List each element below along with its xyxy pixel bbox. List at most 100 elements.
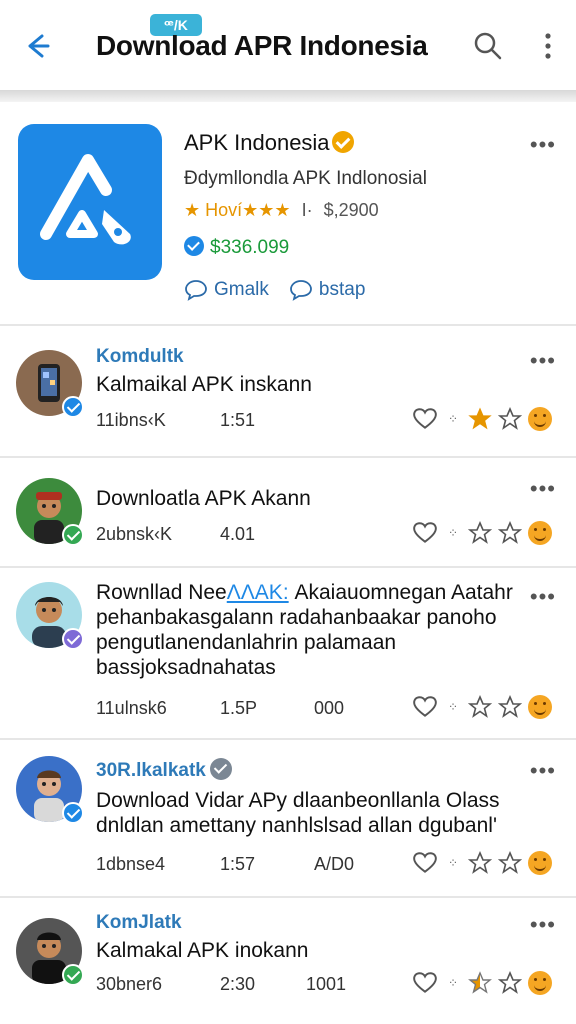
post-date: 11ibns‹K [96,410,166,430]
gmalk-action-button[interactable]: Gmalk [184,278,269,302]
app-developer: Ðdymllondla APK Indlonosial [184,168,427,189]
bstap-action-button[interactable]: bstap [289,278,365,302]
sparkle-icon: ⁘ [447,412,459,426]
heart-icon[interactable] [412,520,438,546]
more-horizontal-icon[interactable]: ••• [530,914,556,936]
app-price-row: $336.099 [184,236,289,259]
post-date: 30bner6 [96,974,163,994]
app-price: $336.099 [210,237,290,258]
reaction-bar: ⁘ [412,850,552,876]
emoji-reaction-icon[interactable] [528,851,552,875]
post-count: 000 [314,698,345,718]
heart-icon[interactable] [412,850,438,876]
verified-badge-icon [62,628,84,650]
more-horizontal-icon[interactable]: ••• [530,586,556,608]
verified-badge-icon [62,524,84,546]
search-icon[interactable] [470,28,506,64]
star-outline-icon[interactable] [498,695,522,719]
avatar[interactable] [16,350,84,418]
post-link[interactable]: ΛΛΑΚ: [227,581,289,604]
top-app-bar: ꟹ/K Download APR Indonesia [0,0,576,90]
more-horizontal-icon[interactable]: ••• [530,350,556,372]
star-filled-icon[interactable] [468,407,492,431]
emoji-reaction-icon[interactable] [528,971,552,995]
heart-icon[interactable] [412,694,438,720]
verified-badge-icon [62,964,84,986]
check-circle-icon [184,236,204,256]
more-horizontal-icon[interactable]: ••• [530,478,556,500]
avatar[interactable] [16,478,84,546]
emoji-reaction-icon[interactable] [528,407,552,431]
post-item[interactable]: 30R.lkalkatk Download Vidar APy dlaanbeo… [0,740,576,898]
app-name-text: APK Indonesia [184,130,330,155]
post-time: 1:51 [220,410,256,430]
post-item[interactable]: KomJlatk Kalmakal APK inokann 30bner6 2:… [0,898,576,1024]
reaction-bar: ⁘ [412,694,552,720]
more-horizontal-icon[interactable]: ••• [530,134,556,156]
star-outline-icon[interactable] [498,851,522,875]
post-count: 1001 [306,974,347,994]
heart-icon[interactable] [412,970,438,996]
heart-icon[interactable] [412,406,438,432]
post-text-line: Download Vidar APy dlaanbeonllanla Olass [96,789,500,812]
header-divider [0,90,576,102]
more-horizontal-icon[interactable]: ••• [530,760,556,782]
post-text-line: pengutlanendanlahrin palamaan [96,631,397,654]
star-outline-icon[interactable] [498,971,522,995]
post-text-line: Rownllad NeeΛΛΑΚ: Akaiauomnegan Aatahr [96,580,516,605]
post-count: A/D0 [314,854,355,874]
emoji-reaction-icon[interactable] [528,695,552,719]
post-author[interactable]: Komdultk [96,346,184,368]
post-item[interactable]: Downloatla APK Akann 2ubnsk‹K 4.01 ⁘ ••• [0,458,576,568]
rating-stars: ★ Hoví★★★ [184,200,291,220]
avatar[interactable] [16,582,84,650]
post-text-part: Akaiauomnegan Aatahr [288,581,513,604]
post-date: 2ubnsk‹K [96,524,173,544]
reaction-bar: ⁘ [412,970,552,996]
star-half-icon[interactable] [468,971,492,995]
star-outline-icon[interactable] [468,851,492,875]
back-arrow-icon[interactable] [18,28,54,64]
chat-bubble-icon [185,280,207,301]
gmalk-label: Gmalk [214,279,269,300]
star-outline-icon[interactable] [498,521,522,545]
post-text-line: bassjoksadnahatas [96,656,276,679]
post-item[interactable]: Rownllad NeeΛΛΑΚ: Akaiauomnegan Aatahr p… [0,568,576,740]
avatar[interactable] [16,918,84,986]
post-text-part: Rownllad Nee [96,581,227,604]
rating-separator: I· [301,200,313,220]
more-vertical-icon[interactable] [536,30,560,62]
page-title: Download APR Indonesia [96,30,428,61]
star-outline-icon[interactable] [468,695,492,719]
post-text-line: dnldlan amettany nanhlslsad allan dguban… [96,814,497,837]
post-time: 1.5P [220,698,258,718]
app-card[interactable]: APK Indonesia Ðdymllondla APK Indlonosia… [0,102,576,326]
reaction-bar: ⁘ [412,520,552,546]
app-rating-row: ★ Hoví★★★ I· $,2900 [184,200,379,221]
post-time: 2:30 [220,974,256,994]
avatar[interactable] [16,756,84,824]
emoji-reaction-icon[interactable] [528,521,552,545]
sparkle-icon: ⁘ [447,526,459,540]
post-text: Rownllad NeeΛΛΑΚ: Akaiauomnegan Aatahr p… [96,580,516,680]
verified-badge-icon [331,131,354,153]
post-item[interactable]: Komdultk Kalmaikal APK inskann 11ibns‹K … [0,326,576,458]
app-logo[interactable] [18,124,162,280]
verified-badge-icon [62,396,84,418]
post-text: Kalmaikal APK inskann [96,373,312,396]
verified-badge-icon [209,758,232,780]
post-text: Kalmakal APK inokann [96,939,309,962]
download-count: $,2900 [323,200,379,220]
post-text: Download Vidar APy dlaanbeonllanla Olass… [96,788,536,838]
reaction-bar: ⁘ [412,406,552,432]
post-author[interactable]: KomJlatk [96,912,182,934]
app-name: APK Indonesia [184,130,354,156]
post-text-line: pehanbakasgalann radahanbaakar panoho [96,606,497,629]
post-author[interactable]: 30R.lkalkatk [96,758,232,782]
bstap-label: bstap [318,279,366,300]
post-date: 1dbnse4 [96,854,166,874]
sparkle-icon: ⁘ [447,856,459,870]
app-actions: Gmalk bstap [184,278,365,302]
star-outline-icon[interactable] [468,521,492,545]
star-outline-icon[interactable] [498,407,522,431]
